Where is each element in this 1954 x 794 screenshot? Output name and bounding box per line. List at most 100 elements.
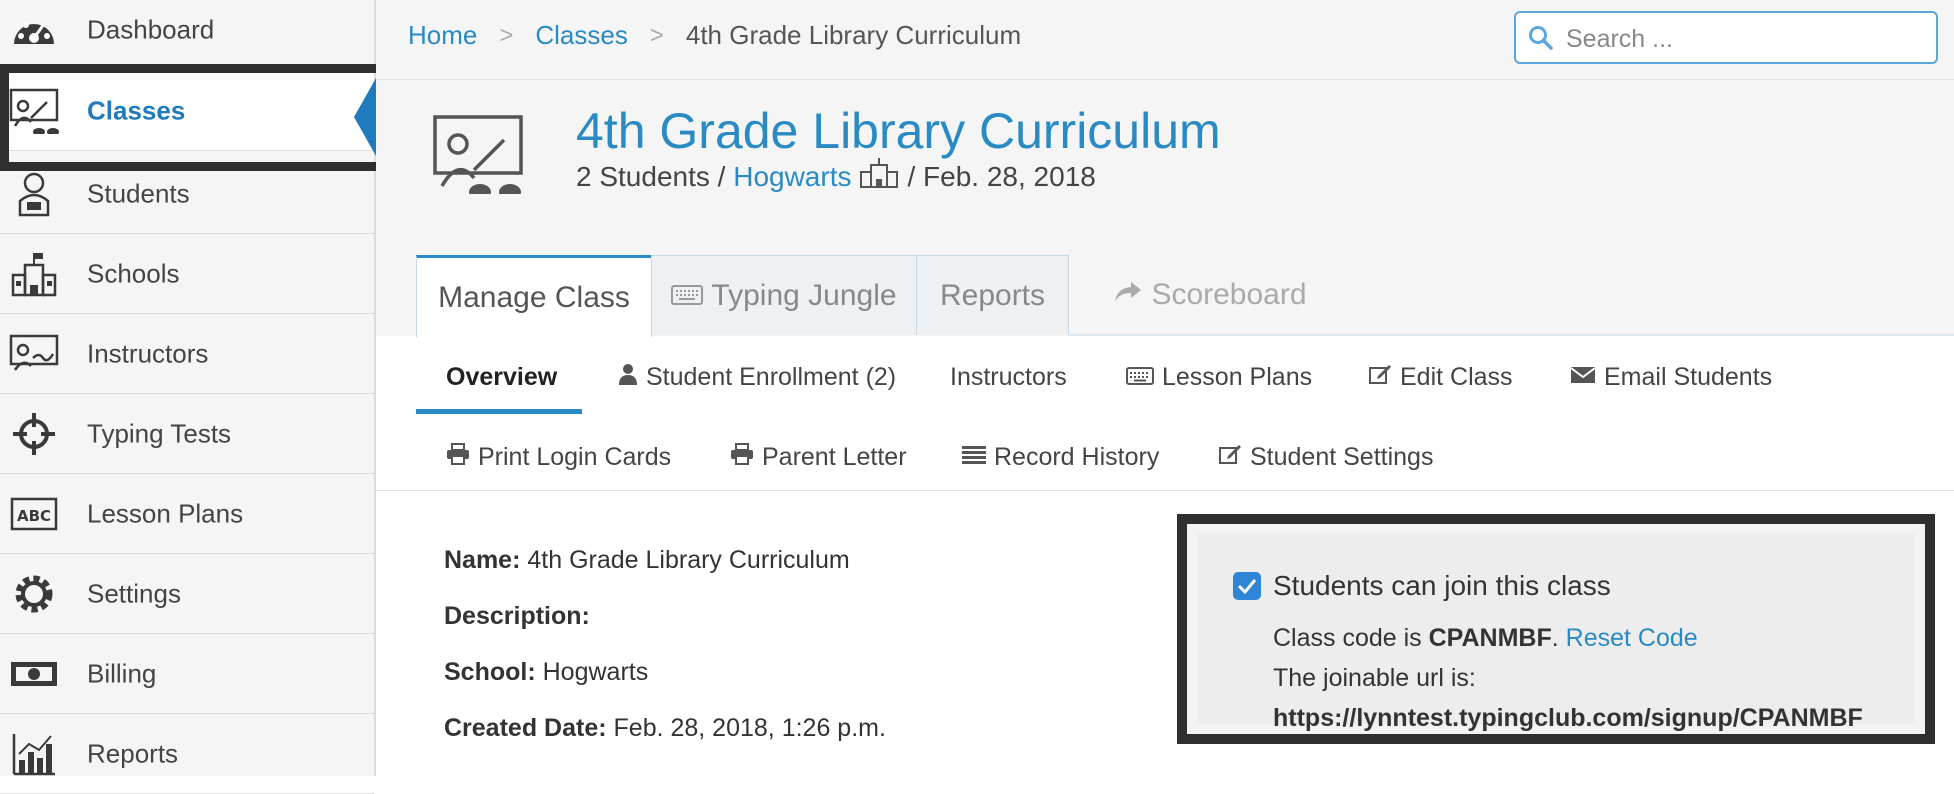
tab-label: Manage Class	[438, 280, 630, 314]
edit-icon	[1368, 363, 1400, 392]
subnav-email-students[interactable]: Email Students	[1570, 357, 1772, 397]
join-class-checkbox[interactable]	[1233, 572, 1261, 600]
classroom-teacher-icon	[8, 87, 60, 135]
class-subtitle: 2 Students / Hogwarts / Feb. 28, 2018	[576, 158, 1096, 195]
sidebar-item-reports[interactable]: Reports	[0, 715, 374, 794]
subnav-student-enrollment[interactable]: Student Enrollment (2)	[618, 357, 896, 397]
subnav-overview[interactable]: Overview	[446, 357, 557, 397]
classroom-teacher-icon	[432, 114, 526, 200]
join-panel-body: Students can join this class Class code …	[1197, 534, 1915, 732]
class-date: / Feb. 28, 2018	[907, 160, 1096, 192]
subnav-active-underline	[416, 409, 582, 414]
joinable-url-label: The joinable url is:	[1273, 664, 1476, 692]
sidebar-item-billing[interactable]: Billing	[0, 635, 374, 714]
search-icon	[1528, 25, 1554, 56]
class-code: CPANMBF	[1428, 624, 1552, 652]
school-building-icon	[859, 158, 899, 195]
sidebar-item-label: Settings	[87, 578, 181, 609]
sidebar-item-label: Typing Tests	[87, 418, 232, 449]
subnav-print-login-cards[interactable]: Print Login Cards	[446, 437, 671, 477]
subnav-label: Edit Class	[1400, 362, 1513, 391]
tab-manage-class[interactable]: Manage Class	[416, 255, 652, 337]
class-code-prefix: Class code is	[1273, 624, 1422, 652]
subnav-parent-letter[interactable]: Parent Letter	[730, 437, 907, 477]
reset-code-link[interactable]: Reset Code	[1566, 624, 1698, 652]
class-code-line: Class code is CPANMBF. Reset Code	[1273, 624, 1698, 653]
edit-icon	[1218, 443, 1250, 472]
subnav-label: Student Enrollment (2)	[646, 362, 897, 391]
breadcrumb-current: 4th Grade Library Curriculum	[685, 20, 1022, 50]
sidebar-item-lesson-plans[interactable]: ABC Lesson Plans	[0, 475, 374, 554]
sidebar-item-settings[interactable]: Settings	[0, 555, 374, 634]
subnav-label: Student Settings	[1250, 442, 1434, 471]
topbar: Home > Classes > 4th Grade Library Curri…	[376, 0, 1954, 80]
search-input[interactable]	[1564, 21, 1928, 57]
school-building-icon	[8, 250, 60, 298]
sidebar-item-label: Schools	[87, 258, 180, 289]
detail-value: Feb. 28, 2018, 1:26 p.m.	[613, 714, 886, 742]
search-box[interactable]	[1514, 11, 1938, 64]
instructor-board-icon	[8, 330, 60, 378]
student-icon	[8, 170, 60, 218]
tab-label: Reports	[939, 278, 1046, 312]
subnav-student-settings[interactable]: Student Settings	[1218, 437, 1433, 477]
detail-created-date: Created Date: Feb. 28, 2018, 1:26 p.m.	[444, 714, 886, 743]
tab-reports[interactable]: Reports	[916, 255, 1069, 335]
detail-label: Name:	[444, 546, 521, 574]
abc-icon: ABC	[8, 490, 60, 538]
detail-value: Hogwarts	[542, 658, 649, 686]
sidebar-item-classes[interactable]: Classes	[0, 72, 374, 151]
sidebar-item-typing-tests[interactable]: Typing Tests	[0, 395, 374, 474]
list-icon	[962, 443, 994, 472]
subnav-label: Email Students	[1604, 362, 1773, 391]
sidebar-item-label: Students	[87, 178, 190, 209]
subnav-instructors[interactable]: Instructors	[950, 357, 1067, 397]
joinable-url[interactable]: https://lynntest.typingclub.com/signup/C…	[1273, 704, 1863, 733]
tab-typing-jungle[interactable]: Typing Jungle	[651, 255, 917, 335]
tab-divider	[1068, 334, 1954, 336]
money-icon	[8, 650, 60, 698]
user-icon	[618, 363, 646, 392]
subnav-label: Instructors	[950, 362, 1067, 391]
bar-chart-icon	[8, 730, 60, 778]
subnav-divider	[376, 490, 1954, 491]
sidebar-item-dashboard[interactable]: Dashboard	[0, 0, 374, 70]
detail-name: Name: 4th Grade Library Curriculum	[444, 546, 850, 575]
breadcrumb-separator: >	[649, 21, 664, 49]
subnav-label: Record History	[994, 442, 1160, 471]
breadcrumb-separator: >	[499, 21, 514, 49]
join-class-label[interactable]: Students can join this class	[1273, 570, 1611, 602]
active-indicator-arrow	[354, 78, 376, 156]
breadcrumb-home-link[interactable]: Home	[408, 20, 477, 51]
sidebar-item-label: Dashboard	[87, 14, 215, 45]
breadcrumb: Home > Classes > 4th Grade Library Curri…	[408, 20, 1021, 51]
detail-label: School:	[444, 658, 536, 686]
detail-label: Created Date:	[444, 714, 607, 742]
detail-value: 4th Grade Library Curriculum	[527, 546, 850, 574]
subnav-label: Parent Letter	[762, 442, 907, 471]
sidebar-item-label: Billing	[87, 658, 157, 689]
sidebar-item-schools[interactable]: Schools	[0, 235, 374, 314]
sidebar-item-label: Classes	[87, 95, 186, 126]
subnav-edit-class[interactable]: Edit Class	[1368, 357, 1513, 397]
student-count: 2 Students /	[576, 160, 726, 192]
tab-scoreboard[interactable]: Scoreboard	[1100, 255, 1320, 335]
crosshair-icon	[8, 410, 60, 458]
sidebar-item-instructors[interactable]: Instructors	[0, 315, 374, 394]
sidebar-item-students[interactable]: Students	[0, 155, 374, 234]
detail-label: Description:	[444, 602, 590, 630]
detail-school: School: Hogwarts	[444, 658, 648, 687]
keyboard-icon	[671, 279, 704, 313]
school-link[interactable]: Hogwarts	[733, 161, 851, 193]
gear-icon	[8, 570, 60, 618]
subnav-label: Lesson Plans	[1162, 362, 1313, 391]
breadcrumb-classes-link[interactable]: Classes	[535, 20, 627, 51]
sidebar-item-label: Reports	[87, 738, 179, 769]
share-arrow-icon	[1113, 278, 1143, 312]
join-class-panel: Students can join this class Class code …	[1177, 514, 1935, 744]
sidebar-item-label: Instructors	[87, 338, 209, 369]
subnav-lesson-plans[interactable]: Lesson Plans	[1126, 357, 1312, 397]
subnav-record-history[interactable]: Record History	[962, 437, 1159, 477]
keyboard-icon	[1126, 363, 1162, 392]
detail-description: Description:	[444, 602, 590, 631]
